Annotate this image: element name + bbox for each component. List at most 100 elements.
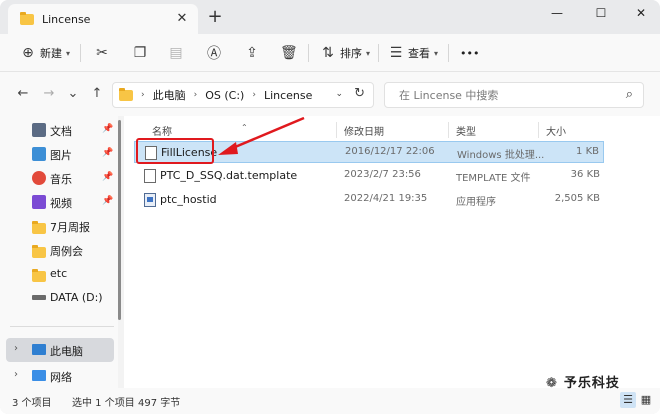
navigation-pane: 文档 📌 图片 📌 音乐 📌 视频 📌 7月周报 周例会 etc DATA (D… bbox=[0, 116, 118, 388]
computer-icon bbox=[32, 344, 46, 355]
new-button[interactable]: ⊕ 新建 ▾ bbox=[20, 43, 70, 63]
drive-icon bbox=[32, 295, 46, 300]
rename-button[interactable]: Ⓐ bbox=[206, 43, 222, 63]
column-divider[interactable] bbox=[336, 122, 337, 138]
paste-button[interactable]: ▤ bbox=[168, 43, 184, 63]
plus-circle-icon: ⊕ bbox=[22, 45, 34, 61]
maximize-button[interactable]: ☐ bbox=[586, 4, 616, 24]
file-name: ptc_hostid bbox=[160, 193, 217, 206]
column-modified[interactable]: 修改日期 bbox=[344, 123, 384, 138]
up-arrow-icon[interactable]: ↑ bbox=[88, 86, 106, 102]
sidebar-item-weekly-meeting[interactable]: 周例会 bbox=[0, 238, 118, 262]
sidebar-item-this-pc[interactable]: › 此电脑 bbox=[6, 338, 114, 362]
item-count: 3 个项目 bbox=[12, 398, 52, 409]
status-bar: 3 个项目 选中 1 个项目 497 字节 ☰ ▦ bbox=[0, 388, 660, 414]
delete-button[interactable]: 🗑 bbox=[280, 43, 298, 63]
column-divider[interactable] bbox=[448, 122, 449, 138]
file-size: 2,505 KB bbox=[554, 193, 600, 204]
file-explorer-window: Lincense ✕ + — ☐ ✕ ⊕ 新建 ▾ ✂ ❐ ▤ Ⓐ ⇪ 🗑 ⇅ … bbox=[0, 0, 660, 414]
breadcrumb-this-pc[interactable]: 此电脑 bbox=[153, 87, 186, 103]
search-input[interactable]: 在 Lincense 中搜索 ⌕ bbox=[384, 82, 644, 108]
sidebar-item-weekly-report[interactable]: 7月周报 bbox=[0, 214, 118, 238]
breadcrumb-folder[interactable]: Lincense bbox=[264, 89, 312, 102]
recent-chevron-icon[interactable]: ⌄ bbox=[64, 86, 82, 102]
chevron-down-icon: ▾ bbox=[366, 48, 371, 58]
pin-icon[interactable]: 📌 bbox=[102, 196, 113, 206]
chevron-right-icon[interactable]: › bbox=[14, 343, 18, 354]
sidebar-item-network[interactable]: › 网络 bbox=[0, 364, 118, 388]
sidebar-item-pictures[interactable]: 图片 📌 bbox=[0, 142, 118, 166]
chevron-right-icon[interactable]: › bbox=[14, 369, 18, 380]
breadcrumb-drive[interactable]: OS (C:) bbox=[205, 89, 244, 102]
tab-title: Lincense bbox=[42, 12, 91, 26]
toolbar-divider bbox=[308, 44, 309, 62]
chevron-down-icon: ▾ bbox=[434, 48, 439, 58]
pin-icon[interactable]: 📌 bbox=[102, 148, 113, 158]
cut-button[interactable]: ✂ bbox=[94, 43, 110, 63]
folder-icon bbox=[32, 244, 46, 258]
sidebar-item-data-drive[interactable]: DATA (D:) bbox=[0, 286, 118, 310]
selection-size: 497 字节 bbox=[138, 398, 181, 409]
file-modified: 2023/2/7 23:56 bbox=[344, 169, 421, 180]
column-divider[interactable] bbox=[538, 122, 539, 138]
selection-count: 选中 1 个项目 bbox=[72, 398, 135, 409]
tab-lincense[interactable]: Lincense ✕ bbox=[8, 4, 198, 34]
trash-icon: 🗑 bbox=[280, 45, 298, 61]
copy-button[interactable]: ❐ bbox=[132, 43, 148, 63]
command-bar: ⊕ 新建 ▾ ✂ ❐ ▤ Ⓐ ⇪ 🗑 ⇅ 排序 ▾ ☰ 查看 ▾ ••• bbox=[0, 34, 660, 72]
address-bar[interactable]: › 此电脑 › OS (C:) › Lincense ⌄ ↻ bbox=[112, 82, 374, 108]
annotation-highlight-box bbox=[136, 138, 214, 164]
toolbar-divider bbox=[378, 44, 379, 62]
minimize-button[interactable]: — bbox=[542, 4, 572, 24]
file-type: Windows 批处理... bbox=[457, 150, 545, 161]
network-icon bbox=[32, 370, 46, 381]
close-tab-icon[interactable]: ✕ bbox=[174, 11, 190, 27]
tab-bar: Lincense ✕ + — ☐ ✕ bbox=[0, 0, 660, 34]
pictures-icon bbox=[32, 147, 46, 161]
file-size: 36 KB bbox=[570, 169, 600, 180]
sidebar-item-music[interactable]: 音乐 📌 bbox=[0, 166, 118, 190]
sidebar-scrollbar[interactable] bbox=[118, 120, 121, 320]
sidebar-item-videos[interactable]: 视频 📌 bbox=[0, 190, 118, 214]
file-modified: 2016/12/17 22:06 bbox=[345, 146, 435, 157]
rename-icon: Ⓐ bbox=[207, 46, 221, 62]
new-tab-button[interactable]: + bbox=[206, 8, 224, 27]
sidebar-item-etc[interactable]: etc bbox=[0, 262, 118, 286]
column-type[interactable]: 类型 bbox=[456, 123, 476, 138]
back-arrow-icon[interactable]: ← bbox=[14, 86, 32, 102]
file-icon bbox=[144, 169, 156, 183]
more-options-button[interactable]: ••• bbox=[460, 43, 479, 63]
refresh-icon[interactable]: ↻ bbox=[354, 86, 365, 101]
file-modified: 2022/4/21 19:35 bbox=[344, 193, 428, 204]
view-button[interactable]: ☰ 查看 ▾ bbox=[388, 43, 438, 63]
navigation-row: ← → ⌄ ↑ › 此电脑 › OS (C:) › Lincense ⌄ ↻ 在… bbox=[0, 72, 660, 116]
sidebar-item-documents[interactable]: 文档 📌 bbox=[0, 118, 118, 142]
share-button[interactable]: ⇪ bbox=[244, 43, 260, 63]
copy-icon: ❐ bbox=[133, 45, 147, 61]
documents-icon bbox=[32, 123, 46, 137]
chevron-right-icon: › bbox=[141, 90, 145, 100]
column-name[interactable]: 名称 bbox=[152, 123, 172, 138]
forward-arrow-icon[interactable]: → bbox=[40, 86, 58, 102]
videos-icon bbox=[32, 195, 46, 209]
folder-icon bbox=[32, 268, 46, 282]
file-row-template[interactable]: PTC_D_SSQ.dat.template 2023/2/7 23:56 TE… bbox=[134, 165, 604, 187]
chevron-down-icon[interactable]: ⌄ bbox=[335, 89, 343, 99]
close-window-button[interactable]: ✕ bbox=[626, 4, 656, 24]
application-icon bbox=[144, 193, 156, 207]
column-size[interactable]: 大小 bbox=[546, 123, 566, 138]
sort-icon: ⇅ bbox=[322, 45, 334, 61]
music-icon bbox=[32, 171, 46, 185]
tiles-view-icon[interactable]: ▦ bbox=[638, 392, 654, 408]
clipboard-icon: ▤ bbox=[169, 45, 183, 61]
search-icon: ⌕ bbox=[625, 87, 633, 102]
sort-button[interactable]: ⇅ 排序 ▾ bbox=[320, 43, 370, 63]
details-view-icon[interactable]: ☰ bbox=[620, 392, 636, 408]
sidebar-divider bbox=[10, 326, 114, 327]
pin-icon[interactable]: 📌 bbox=[102, 124, 113, 134]
file-name: PTC_D_SSQ.dat.template bbox=[160, 169, 298, 182]
file-row-hostid[interactable]: ptc_hostid 2022/4/21 19:35 应用程序 2,505 KB bbox=[134, 189, 604, 211]
chevron-right-icon: › bbox=[252, 90, 256, 100]
file-size: 1 KB bbox=[576, 146, 599, 157]
pin-icon[interactable]: 📌 bbox=[102, 172, 113, 182]
